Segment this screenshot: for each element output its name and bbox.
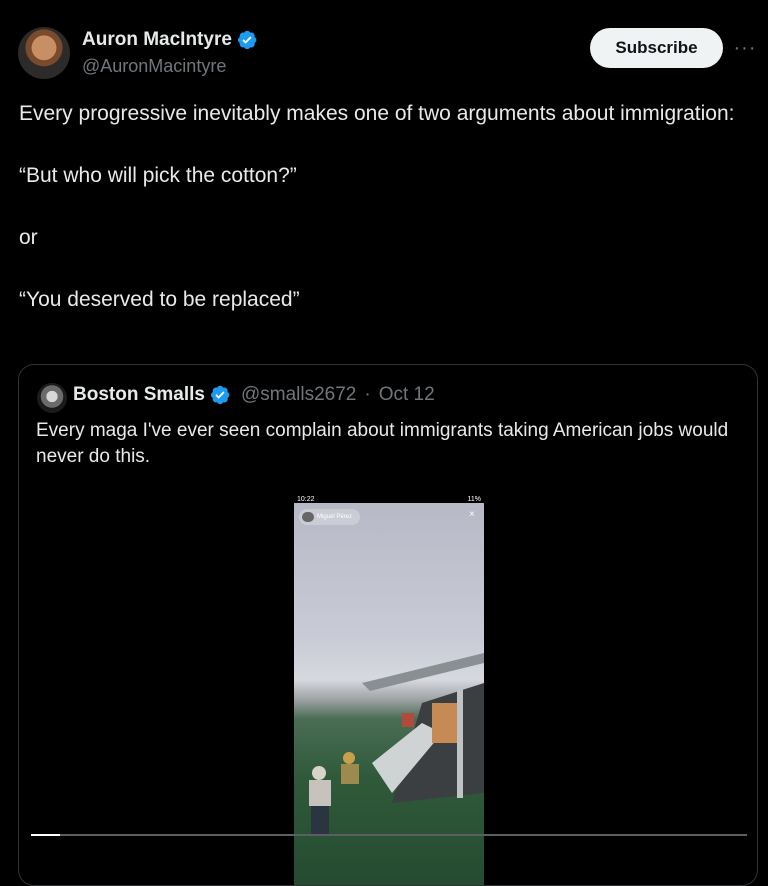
tweet-text: Every progressive inevitably makes one o… [19, 98, 739, 315]
status-battery: 11% [467, 496, 482, 503]
tweet-paragraph: or [19, 226, 38, 249]
video-frame-image [294, 503, 484, 885]
quoted-tweet-text: Every maga I've ever seen complain about… [36, 420, 729, 467]
workers-image [309, 752, 359, 836]
quoted-author-handle[interactable]: @smalls2672 [241, 384, 356, 406]
quoted-tweet-header: Boston Smalls @smalls2672 · Oct 12 [73, 384, 435, 406]
video-player[interactable]: 10:22 11% Miguel Pérez × [294, 495, 484, 885]
video-user-name: Miguel Pérez [317, 514, 353, 520]
quoted-author-name[interactable]: Boston Smalls [73, 384, 205, 406]
tweet-paragraph: “You deserved to be replaced” [19, 288, 300, 311]
phone-status-bar: 10:22 11% [294, 495, 484, 505]
close-icon: × [469, 509, 475, 520]
quoted-tweet-date[interactable]: Oct 12 [379, 384, 435, 406]
tweet-paragraph: “But who will pick the cotton?” [19, 164, 297, 187]
video-user-chip: Miguel Pérez [299, 509, 361, 525]
meta-separator: · [364, 384, 371, 405]
subscribe-button[interactable]: Subscribe [590, 28, 723, 68]
verified-badge-icon[interactable] [236, 29, 258, 51]
author-name[interactable]: Auron MacIntyre [82, 28, 232, 52]
tweet-paragraph: Every progressive inevitably makes one o… [19, 102, 735, 125]
verified-badge-icon [210, 385, 230, 405]
status-time: 10:22 [297, 496, 315, 503]
author-avatar[interactable] [18, 27, 70, 79]
author-handle[interactable]: @AuronMacintyre [82, 54, 258, 78]
more-horizontal-icon[interactable]: ··· [733, 38, 757, 58]
harvest-machine-image [362, 653, 484, 803]
video-progress-bar[interactable] [31, 834, 747, 836]
quoted-tweet-card[interactable]: Boston Smalls @smalls2672 · Oct 12 Every… [18, 364, 758, 886]
author-name-row: Auron MacIntyre [82, 28, 258, 52]
video-user-avatar [302, 512, 314, 522]
author-block: Auron MacIntyre @AuronMacintyre [82, 28, 258, 78]
quoted-author-avatar[interactable] [37, 383, 67, 413]
video-progress-fill [31, 834, 60, 836]
